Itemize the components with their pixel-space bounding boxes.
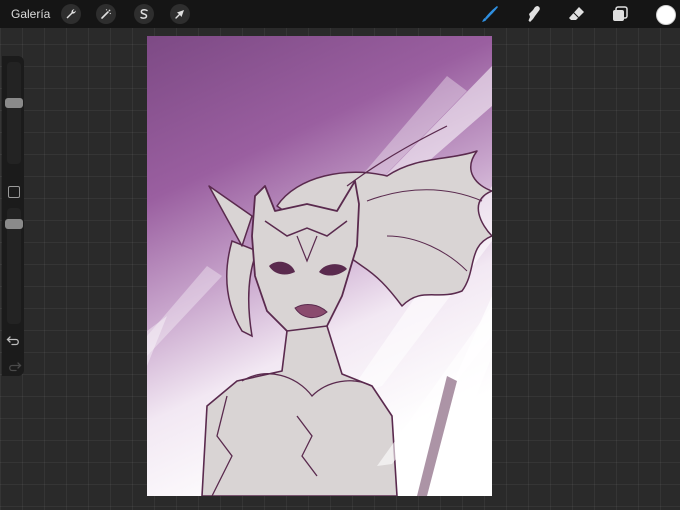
opacity-thumb[interactable]: [5, 219, 23, 229]
selection-button[interactable]: [134, 4, 154, 24]
undo-icon[interactable]: [6, 334, 22, 348]
transform-button[interactable]: [170, 4, 190, 24]
gallery-button[interactable]: Galería: [11, 7, 50, 21]
square-modify-icon[interactable]: [8, 186, 20, 198]
drawing-canvas[interactable]: [147, 36, 492, 496]
smudge-finger-icon: [528, 6, 540, 22]
magic-wand-icon: [101, 9, 111, 19]
actions-button[interactable]: [61, 4, 81, 24]
layers-icon: [613, 6, 628, 21]
left-sidebar: [2, 56, 24, 376]
brush-size-slider[interactable]: [7, 62, 21, 164]
selection-s-icon: [140, 9, 148, 19]
redo-icon[interactable]: [6, 360, 22, 374]
brush-tool[interactable]: [479, 3, 501, 25]
color-swatch-button[interactable]: [656, 5, 676, 25]
arrow-cursor-icon: [175, 10, 184, 19]
wrench-icon: [66, 9, 76, 19]
eraser-tool[interactable]: [566, 3, 588, 25]
eraser-icon: [569, 7, 584, 20]
brush-icon: [482, 6, 498, 22]
smudge-tool[interactable]: [523, 3, 545, 25]
top-toolbar: Galería: [0, 0, 680, 28]
layers-tool[interactable]: [609, 3, 631, 25]
brush-size-thumb[interactable]: [5, 98, 23, 108]
adjustments-button[interactable]: [96, 4, 116, 24]
